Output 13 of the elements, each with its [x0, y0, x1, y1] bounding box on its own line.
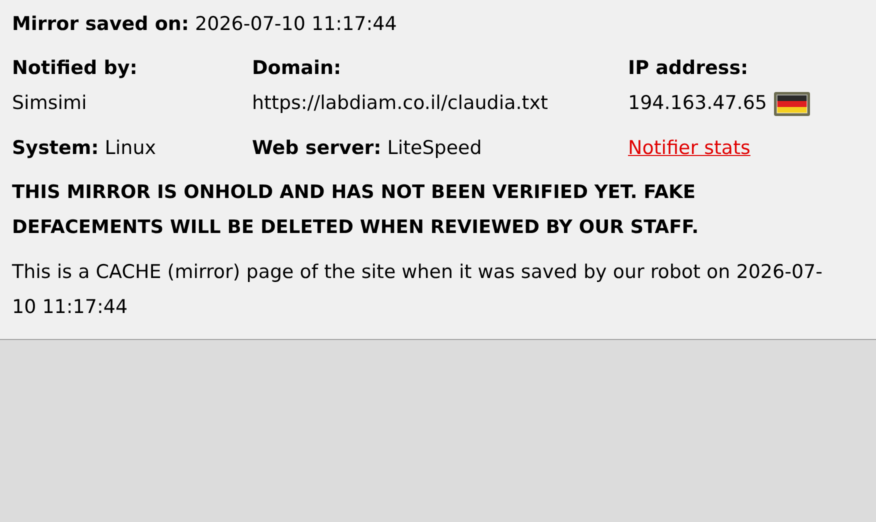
flag-icon — [774, 92, 810, 116]
field-value: https://labdiam.co.il/claudia.txt — [252, 91, 549, 116]
cache-note: This is a CACHE (mirror) page of the site when it was saved by our robot on 2026-07-10 11:17:44 — [12, 260, 824, 320]
field-label: IP address: — [628, 56, 750, 81]
warning-text: THIS MIRROR IS ONHOLD AND HAS NOT BEEN VERIFIED YET. FAKE DEFACEMENTS WILL BE DELETED WHEN REVIEWED BY OUR STAFF. — [12, 181, 700, 240]
system-line: System: Linux — [12, 136, 157, 161]
field-label: Domain: — [252, 56, 342, 81]
field-label: Notified by: — [12, 56, 138, 81]
web-server-line: Web server: LiteSpeed — [252, 136, 483, 161]
notifier-stats-link[interactable]: Notifier stats — [628, 137, 750, 159]
field-value: 194.163.47.65 — [628, 91, 768, 116]
saved-on-line: Mirror saved on: 2026-07-10 11:17:44 — [12, 12, 398, 37]
field-value: Simsimi — [12, 91, 88, 116]
